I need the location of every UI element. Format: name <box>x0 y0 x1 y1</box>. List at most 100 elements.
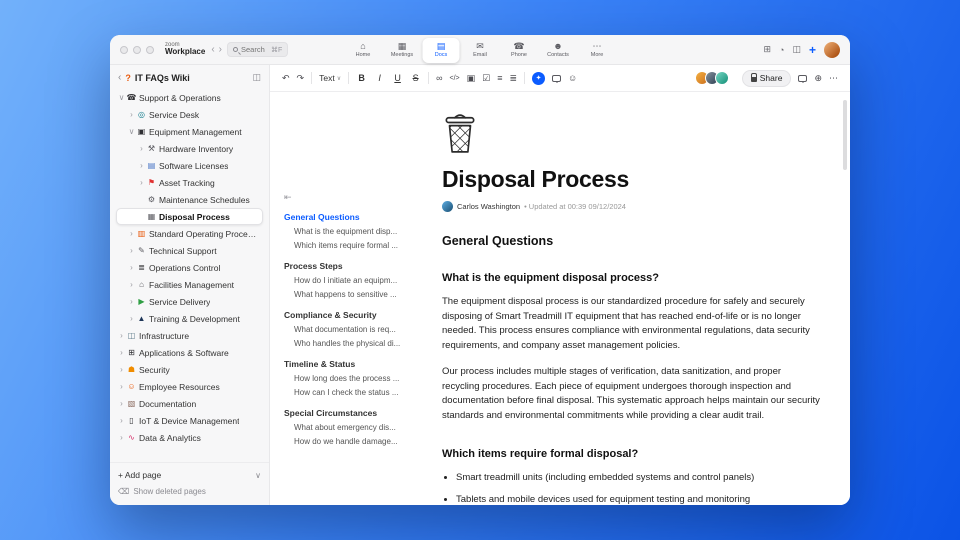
toc-item[interactable]: What is the equipment disp... <box>284 224 418 238</box>
bullet-list-icon[interactable]: ≡ <box>497 73 502 83</box>
minimize-button[interactable] <box>133 45 141 54</box>
sidebar-item-infrastructure[interactable]: › ◫ Infrastructure <box>116 327 263 344</box>
back-icon[interactable]: ‹ <box>118 72 121 83</box>
chevron-right-icon[interactable]: › <box>117 348 126 357</box>
bold-button[interactable]: B <box>356 73 367 83</box>
fullscreen-button[interactable] <box>146 45 154 54</box>
toc-item[interactable]: What happens to sensitive ... <box>284 287 418 301</box>
sidebar-item-standard-operating-procedures[interactable]: › ▥ Standard Operating Procedures <box>116 225 263 242</box>
add-page-button[interactable]: + Add page ∨ <box>118 467 261 483</box>
toc-collapse-icon[interactable]: ⇤ <box>284 192 418 203</box>
apps-grid-icon[interactable]: ⊞ <box>763 44 771 55</box>
toc-item[interactable]: How do I initiate an equipm... <box>284 273 418 287</box>
sidebar-item-facilities-management[interactable]: › ⌂ Facilities Management <box>116 276 263 293</box>
sidebar-item-iot-device-management[interactable]: › ▯ IoT & Device Management <box>116 412 263 429</box>
tab-home[interactable]: ⌂ Home <box>345 38 382 63</box>
tab-more[interactable]: ⋯ More <box>579 38 616 63</box>
chevron-right-icon[interactable]: › <box>117 331 126 340</box>
panel-toggle-icon[interactable]: ◫ <box>792 44 801 55</box>
document[interactable]: Disposal Process Carlos Washington • Upd… <box>422 92 850 505</box>
chevron-right-icon[interactable]: › <box>127 314 136 323</box>
new-button[interactable]: + <box>809 43 816 57</box>
align-icon[interactable]: ≣ <box>510 73 518 84</box>
sidebar-item-asset-tracking[interactable]: › ⚑ Asset Tracking <box>116 174 263 191</box>
forward-button[interactable]: › <box>219 44 222 55</box>
toc-section[interactable]: General Questions <box>284 210 418 224</box>
chevron-down-icon[interactable]: ∨ <box>117 93 126 102</box>
chevron-right-icon[interactable]: › <box>127 110 136 119</box>
toc-item[interactable]: How do we handle damage... <box>284 434 418 448</box>
sidebar-item-service-delivery[interactable]: › ▶ Service Delivery <box>116 293 263 310</box>
emoji-icon[interactable]: ☺ <box>568 73 577 83</box>
strikethrough-button[interactable]: S <box>410 73 421 83</box>
sidebar-item-employee-resources[interactable]: › ☺ Employee Resources <box>116 378 263 395</box>
more-options-icon[interactable]: ⋯ <box>829 73 838 84</box>
notifications-icon[interactable]: ◔ <box>779 45 784 55</box>
toc-section[interactable]: Process Steps <box>284 259 418 273</box>
toc-item[interactable]: Which items require formal ... <box>284 238 418 252</box>
chevron-right-icon[interactable]: › <box>117 433 126 442</box>
toc-item[interactable]: Who handles the physical di... <box>284 336 418 350</box>
tab-meetings[interactable]: ▦ Meetings <box>384 38 421 63</box>
chevron-right-icon[interactable]: › <box>127 297 136 306</box>
globe-icon[interactable]: ⊕ <box>814 73 822 84</box>
tab-docs[interactable]: ▤ Docs <box>422 37 460 63</box>
user-avatar[interactable] <box>824 41 840 58</box>
sidebar-item-maintenance-schedules[interactable]: ⚙ Maintenance Schedules <box>116 191 263 208</box>
sidebar-item-security[interactable]: › ☗ Security <box>116 361 263 378</box>
ai-companion-button[interactable]: ✦ <box>532 71 546 85</box>
sidebar-item-equipment-management[interactable]: ∨ ▣ Equipment Management <box>116 123 263 140</box>
close-button[interactable] <box>120 45 128 54</box>
tab-contacts[interactable]: ☻ Contacts <box>540 38 577 63</box>
search-box[interactable]: ⌘F <box>227 42 289 57</box>
chevron-right-icon[interactable]: › <box>117 382 126 391</box>
sidebar-item-applications-software[interactable]: › ⊞ Applications & Software <box>116 344 263 361</box>
sidebar-collapse-icon[interactable]: ◫ <box>252 72 261 83</box>
link-icon[interactable]: ∞ <box>436 73 442 83</box>
chevron-right-icon[interactable]: › <box>137 161 146 170</box>
sidebar-item-technical-support[interactable]: › ✎ Technical Support <box>116 242 263 259</box>
chevron-right-icon[interactable]: › <box>117 399 126 408</box>
comment-icon[interactable] <box>552 74 562 83</box>
redo-icon[interactable]: ↷ <box>297 73 305 84</box>
sidebar-item-disposal-process[interactable]: ▦ Disposal Process <box>116 208 263 225</box>
sidebar-item-data-analytics[interactable]: › ∿ Data & Analytics <box>116 429 263 446</box>
toc-item[interactable]: How can I check the status ... <box>284 385 418 399</box>
sidebar-item-support-operations[interactable]: ∨ ☎ Support & Operations <box>116 89 263 106</box>
chevron-right-icon[interactable]: › <box>127 280 136 289</box>
sidebar-item-documentation[interactable]: › ▧ Documentation <box>116 395 263 412</box>
sidebar-item-software-licenses[interactable]: › ▤ Software Licenses <box>116 157 263 174</box>
search-input[interactable] <box>241 45 268 54</box>
tab-phone[interactable]: ☎ Phone <box>501 38 538 63</box>
toc-section[interactable]: Compliance & Security <box>284 308 418 322</box>
sidebar-item-hardware-inventory[interactable]: › ⚒ Hardware Inventory <box>116 140 263 157</box>
show-deleted-pages-button[interactable]: ⌫ Show deleted pages <box>118 483 261 499</box>
share-button[interactable]: Share <box>741 69 792 87</box>
chevron-right-icon[interactable]: › <box>127 246 136 255</box>
sidebar-item-operations-control[interactable]: › ≣ Operations Control <box>116 259 263 276</box>
toc-item[interactable]: What documentation is req... <box>284 322 418 336</box>
comments-panel-icon[interactable] <box>798 74 808 83</box>
chevron-right-icon[interactable]: › <box>117 365 126 374</box>
underline-button[interactable]: U <box>392 73 403 83</box>
chevron-right-icon[interactable]: › <box>117 416 126 425</box>
toc-item[interactable]: What about emergency dis... <box>284 420 418 434</box>
collaborator-avatar[interactable] <box>714 71 729 85</box>
toc-section[interactable]: Special Circumstances <box>284 406 418 420</box>
chevron-right-icon[interactable]: › <box>127 263 136 272</box>
back-button[interactable]: ‹ <box>211 44 214 55</box>
code-icon[interactable]: </> <box>450 75 460 82</box>
chevron-right-icon[interactable]: › <box>137 144 146 153</box>
checklist-icon[interactable]: ☑ <box>482 73 490 84</box>
chevron-down-icon[interactable]: ∨ <box>255 471 261 480</box>
toc-section[interactable]: Timeline & Status <box>284 357 418 371</box>
undo-icon[interactable]: ↶ <box>282 73 290 84</box>
sidebar-item-training-development[interactable]: › ▲ Training & Development <box>116 310 263 327</box>
toc-item[interactable]: How long does the process ... <box>284 371 418 385</box>
format-dropdown[interactable]: Text ∨ <box>319 73 341 83</box>
tab-email[interactable]: ✉ Email <box>462 38 499 63</box>
chevron-right-icon[interactable]: › <box>137 178 146 187</box>
sidebar-item-service-desk[interactable]: › ◎ Service Desk <box>116 106 263 123</box>
italic-button[interactable]: I <box>374 73 385 83</box>
scrollbar[interactable] <box>843 100 847 170</box>
